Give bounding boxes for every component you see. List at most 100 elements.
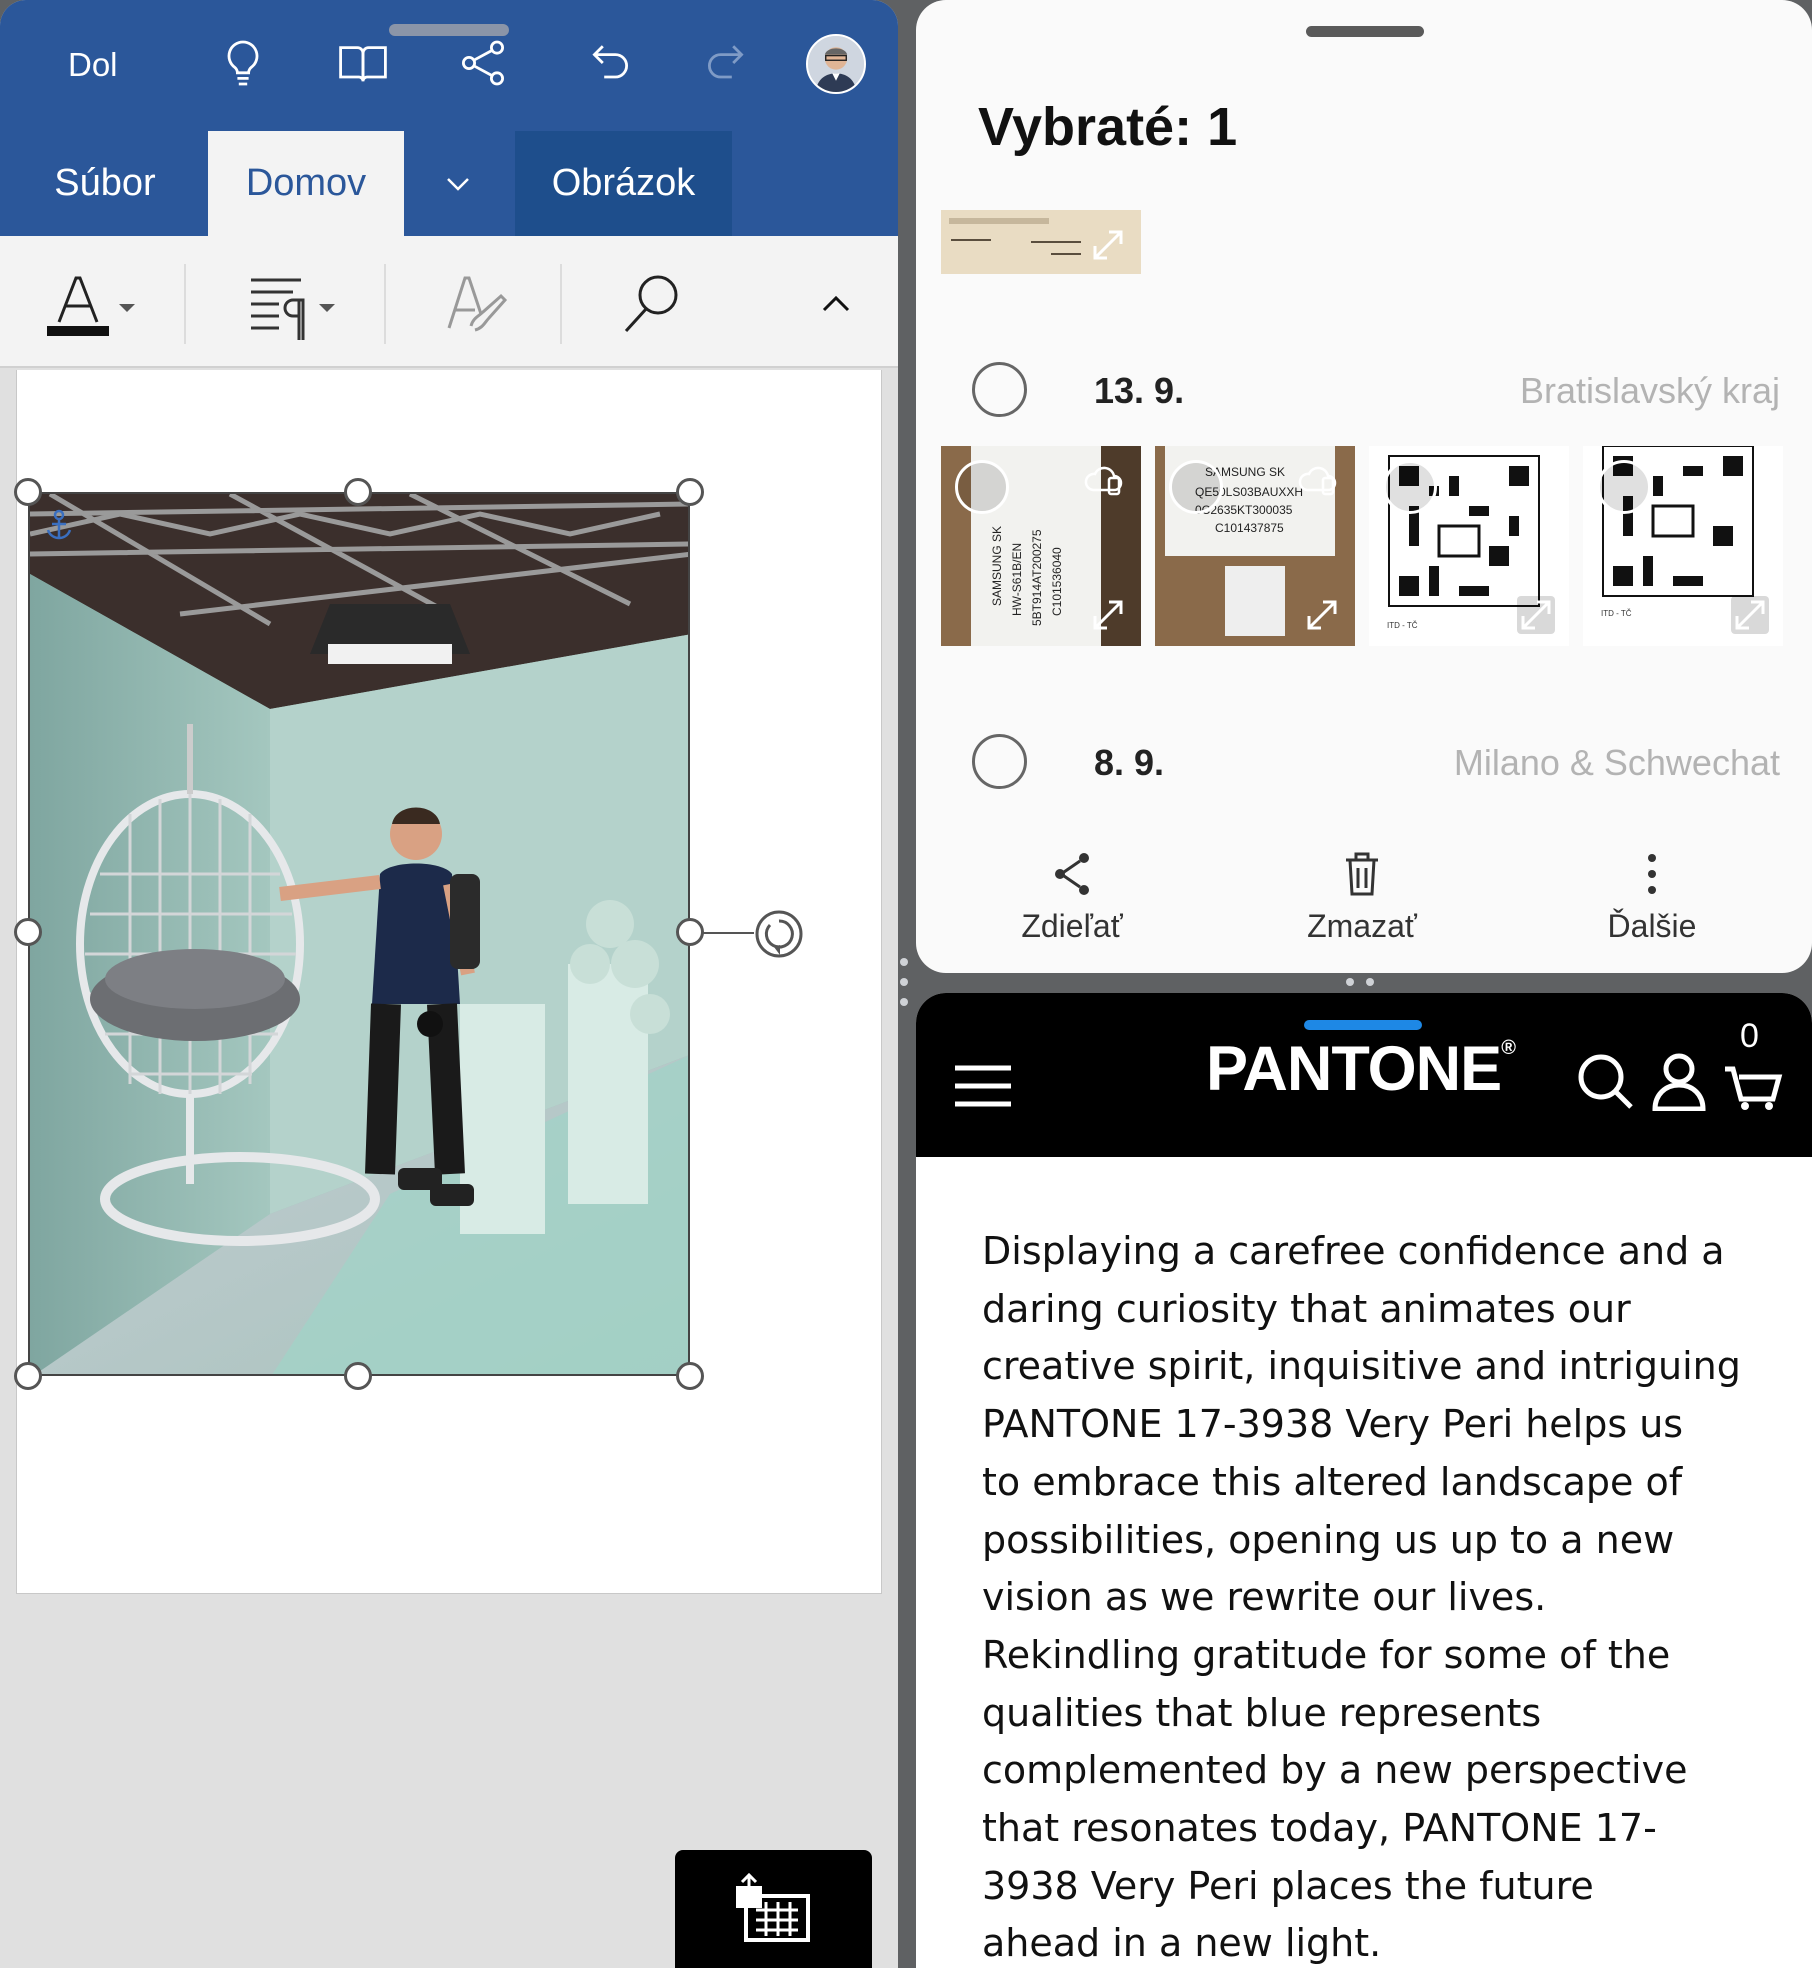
search-button[interactable] xyxy=(1570,1041,1640,1121)
cart-count-badge: 0 xyxy=(1740,1017,1759,1055)
thumbnail-select-checkbox[interactable] xyxy=(1597,460,1651,514)
group-date: 8. 9. xyxy=(1094,742,1165,783)
svg-text:C101536040: C101536040 xyxy=(1050,547,1064,616)
article-line: creative spirit, inquisitive and intrigu… xyxy=(982,1344,1741,1389)
svg-text:ITD - TČ: ITD - TČ xyxy=(1387,621,1418,630)
resize-handle-bottom-right[interactable] xyxy=(676,1362,704,1390)
gallery-app-pane: Vybraté: 1 13. 9. Bratislavský kraj SAMS… xyxy=(916,0,1812,973)
article-line: vision as we rewrite our lives. xyxy=(982,1575,1547,1620)
select-group-checkbox[interactable] xyxy=(972,734,1027,789)
resize-handle-bottom-left[interactable] xyxy=(14,1362,42,1390)
more-button[interactable]: Ďalšie xyxy=(1552,848,1752,958)
thumbnail-select-checkbox[interactable] xyxy=(955,460,1009,514)
redo-icon[interactable] xyxy=(694,28,764,98)
group-location[interactable]: Bratislavský kraj xyxy=(1520,370,1780,412)
shopping-cart-icon xyxy=(1725,1066,1783,1110)
expand-icon[interactable] xyxy=(1301,594,1343,636)
select-group-checkbox[interactable] xyxy=(972,362,1027,417)
menu-icon xyxy=(955,1065,1011,1107)
font-color-icon xyxy=(47,276,135,336)
share-button[interactable]: Zdieľať xyxy=(972,848,1172,958)
ribbon-toolbar xyxy=(0,236,898,368)
gallery-thumbnail-selected[interactable] xyxy=(941,210,1141,274)
resize-handle-top[interactable] xyxy=(344,478,372,506)
thumbnail-select-checkbox[interactable] xyxy=(1169,460,1223,514)
styles-brush-icon xyxy=(447,276,508,332)
user-icon xyxy=(1652,1053,1706,1111)
article-line: that resonates today, PANTONE 17- xyxy=(982,1806,1657,1851)
tabs-more-dropdown[interactable] xyxy=(420,131,496,236)
tab-picture[interactable]: Obrázok xyxy=(515,131,732,236)
delete-label: Zmazať xyxy=(1307,908,1417,944)
gallery-thumbnail[interactable]: SAMSUNG SK QE50LS03BAUXXH 0C2635KT300035 C1… xyxy=(1155,446,1355,646)
article-line: qualities that blue represents xyxy=(982,1690,1542,1735)
read-mode-icon[interactable] xyxy=(328,28,398,98)
paragraph-format-button[interactable] xyxy=(236,256,346,352)
lightbulb-icon[interactable] xyxy=(208,28,278,98)
svg-text:C101437875: C101437875 xyxy=(1215,521,1284,535)
document-name[interactable]: Dol xyxy=(68,46,118,84)
word-title-bar: Dol Súbor Domov Obrázok xyxy=(0,0,898,236)
find-button[interactable] xyxy=(606,256,696,352)
gallery-thumbnail[interactable]: ITD - TČ xyxy=(1369,446,1569,646)
anchor-icon xyxy=(46,509,72,540)
split-view-handle[interactable] xyxy=(900,946,912,1018)
pane-resize-dots[interactable] xyxy=(1346,978,1374,986)
expand-icon[interactable] xyxy=(1087,224,1129,266)
article-line: PANTONE 17-3938 Very Peri helps us xyxy=(982,1402,1684,1447)
article-line: Rekindling gratitude for some of the xyxy=(982,1632,1671,1677)
article-line: to embrace this altered landscape of xyxy=(982,1459,1683,1504)
pantone-logo[interactable]: PANTONE® xyxy=(1206,1033,1516,1105)
account-button[interactable] xyxy=(1644,1041,1714,1121)
svg-text:HW-S61B/EN: HW-S61B/EN xyxy=(1010,543,1024,616)
tab-file[interactable]: Súbor xyxy=(30,131,180,236)
article-line: complemented by a new perspective xyxy=(982,1748,1688,1793)
svg-text:SAMSUNG SK: SAMSUNG SK xyxy=(990,526,1004,606)
more-label: Ďalšie xyxy=(1607,908,1697,944)
chevron-up-icon xyxy=(822,295,850,312)
expand-icon[interactable] xyxy=(1729,594,1771,636)
undo-icon[interactable] xyxy=(572,28,642,98)
drag-handle[interactable] xyxy=(1304,1020,1422,1030)
group-date: 13. 9. xyxy=(1094,370,1185,411)
delete-button[interactable]: Zmazať xyxy=(1262,848,1462,958)
keyboard-icon xyxy=(735,1872,810,1942)
article-line: 3938 Very Peri places the future xyxy=(982,1863,1594,1908)
group-location[interactable]: Milano & Schwechat xyxy=(1454,742,1780,784)
keyboard-toggle-button[interactable] xyxy=(675,1850,872,1968)
article-line: ahead in a new light. xyxy=(982,1921,1382,1966)
trash-icon xyxy=(1346,852,1378,896)
article-line: daring curiosity that animates our xyxy=(982,1286,1631,1331)
svg-text:ITD - TČ: ITD - TČ xyxy=(1601,609,1632,618)
share-label: Zdieľať xyxy=(1021,908,1123,944)
rotate-handle-icon[interactable] xyxy=(752,907,806,961)
share-icon[interactable] xyxy=(448,28,518,98)
expand-icon[interactable] xyxy=(1087,594,1129,636)
gallery-thumbnail[interactable]: ITD - TČ xyxy=(1583,446,1783,646)
resize-handle-top-left[interactable] xyxy=(14,478,42,506)
cloud-sync-icon xyxy=(1084,466,1123,496)
gallery-thumbnail[interactable]: SAMSUNG SK HW-S61B/EN 5BT914AT200275 C10153… xyxy=(941,446,1141,646)
tab-home[interactable]: Domov xyxy=(208,131,404,236)
paragraph-icon xyxy=(251,278,335,340)
resize-handle-bottom[interactable] xyxy=(344,1362,372,1390)
drag-handle[interactable] xyxy=(1306,26,1424,37)
hamburger-menu-button[interactable] xyxy=(948,1047,1018,1127)
selected-picture[interactable] xyxy=(28,492,690,1376)
resize-handle-top-right[interactable] xyxy=(676,478,704,506)
collapse-ribbon-button[interactable] xyxy=(806,256,866,352)
resize-handle-left[interactable] xyxy=(14,918,42,946)
search-icon xyxy=(624,275,678,333)
chevron-down-icon xyxy=(447,177,469,191)
expand-icon[interactable] xyxy=(1515,594,1557,636)
styles-button[interactable] xyxy=(430,256,520,352)
font-color-button[interactable] xyxy=(36,256,146,352)
thumbnail-select-checkbox[interactable] xyxy=(1383,460,1437,514)
svg-text:5BT914AT200275: 5BT914AT200275 xyxy=(1030,529,1044,626)
browser-pantone-pane: PANTONE® 0 Displaying a carefree confide… xyxy=(916,993,1812,1968)
article-line: possibilities, opening us up to a new xyxy=(982,1517,1675,1562)
resize-handle-right[interactable] xyxy=(676,918,704,946)
pantone-header: PANTONE® 0 xyxy=(916,993,1812,1157)
user-avatar[interactable] xyxy=(806,34,866,94)
photo-man-with-chair xyxy=(30,494,688,1374)
